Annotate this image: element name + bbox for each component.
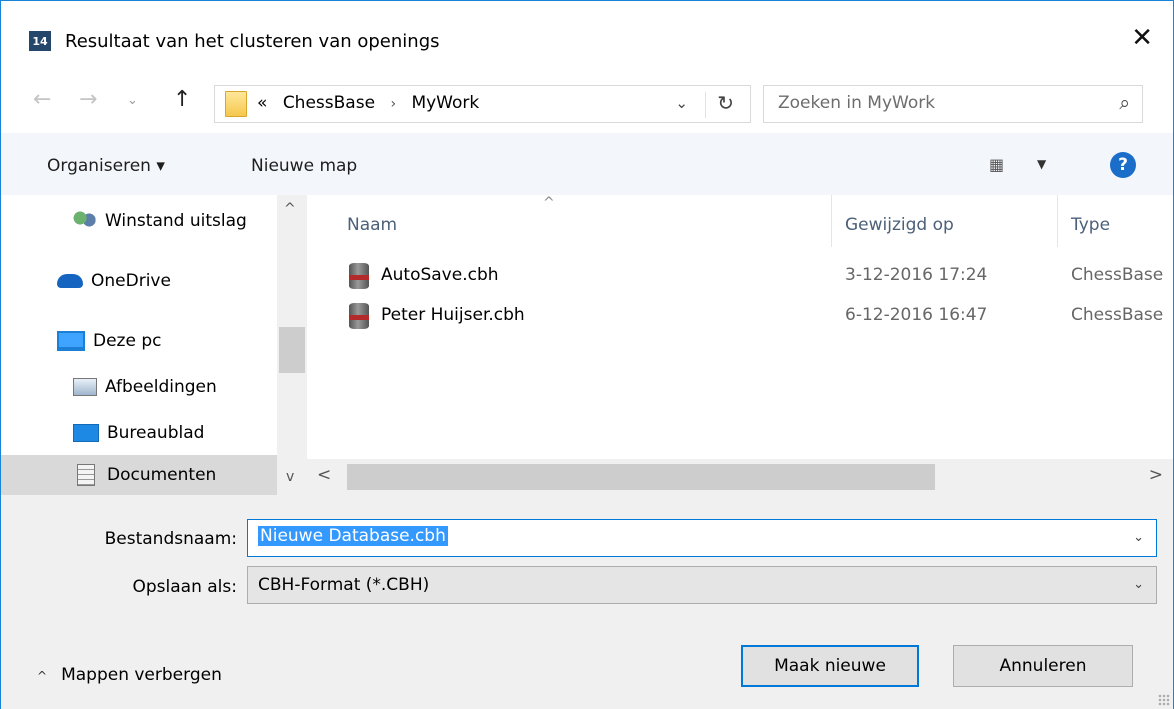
- desktop-icon: [73, 424, 99, 442]
- sidebar-scrollbar[interactable]: ^ v: [277, 195, 307, 495]
- sidebar-item-onedrive[interactable]: OneDrive: [1, 261, 281, 301]
- sidebar-item-documenten[interactable]: Documenten: [1, 455, 281, 495]
- title-bar: 14 Resultaat van het clusteren van openi…: [1, 1, 1173, 81]
- sort-ascending-icon: ^: [543, 195, 555, 211]
- sidebar-item-label: Winstand uitslag: [105, 211, 247, 231]
- column-header-modified[interactable]: Gewijzigd op: [845, 215, 954, 235]
- file-name: Peter Huijser.cbh: [381, 305, 525, 325]
- file-name: AutoSave.cbh: [381, 265, 499, 285]
- sidebar-item-winstand[interactable]: Winstand uitslag: [1, 201, 281, 241]
- sidebar-item-bureaublad[interactable]: Bureaublad: [1, 413, 281, 453]
- filename-value[interactable]: Nieuwe Database.cbh: [258, 526, 448, 546]
- horizontal-scroll-thumb[interactable]: [347, 464, 935, 490]
- save-form: Bestandsnaam: Nieuwe Database.cbh ⌄ Opsl…: [1, 495, 1173, 709]
- savetype-dropdown-icon[interactable]: ⌄: [1133, 577, 1144, 592]
- view-chevron-icon[interactable]: ▼: [1037, 157, 1046, 171]
- forward-arrow-icon[interactable]: →: [79, 87, 97, 112]
- pictures-icon: [73, 378, 97, 396]
- sidebar-item-label: Bureaublad: [107, 423, 205, 443]
- horizontal-scrollbar[interactable]: < >: [307, 459, 1173, 495]
- documents-icon: [77, 464, 95, 486]
- file-type: ChessBase: [1071, 305, 1164, 325]
- savetype-label: Opslaan als:: [132, 577, 238, 597]
- filename-dropdown-icon[interactable]: ⌄: [1133, 530, 1144, 545]
- sidebar-item-label: Deze pc: [93, 331, 162, 351]
- sidebar-item-label: OneDrive: [91, 271, 171, 291]
- cancel-button[interactable]: Annuleren: [953, 645, 1133, 687]
- command-toolbar: Organiseren ▾ Nieuwe map ▦ ▼ ?: [1, 133, 1173, 195]
- file-type: ChessBase: [1071, 265, 1164, 285]
- organize-button[interactable]: Organiseren ▾: [47, 156, 165, 176]
- sidebar-item-label: Afbeeldingen: [105, 377, 217, 397]
- address-dropdown-icon[interactable]: ⌄: [675, 94, 688, 112]
- sidebar-item-label: Documenten: [107, 465, 217, 485]
- savetype-select[interactable]: CBH-Format (*.CBH) ⌄: [247, 566, 1157, 604]
- breadcrumb-separator-icon[interactable]: ›: [390, 96, 396, 112]
- sidebar-item-deze-pc[interactable]: Deze pc: [1, 321, 281, 361]
- file-modified: 3-12-2016 17:24: [845, 265, 988, 285]
- view-options-icon[interactable]: ▦: [989, 155, 1004, 174]
- chevron-up-icon: ^: [37, 669, 48, 683]
- scroll-down-icon[interactable]: v: [286, 469, 294, 485]
- folder-icon: [225, 91, 247, 117]
- close-icon[interactable]: ✕: [1131, 25, 1153, 51]
- address-bar[interactable]: « ChessBase › MyWork ⌄ ↻: [214, 85, 751, 123]
- column-divider[interactable]: [831, 195, 832, 247]
- search-icon[interactable]: ⌕: [1119, 92, 1130, 114]
- breadcrumb: « ChessBase › MyWork: [257, 93, 479, 113]
- column-header-name[interactable]: Naam: [347, 215, 397, 235]
- database-file-icon: [349, 303, 369, 329]
- file-row[interactable]: AutoSave.cbh 3-12-2016 17:24 ChessBase: [307, 258, 1173, 294]
- search-placeholder: Zoeken in MyWork: [778, 93, 936, 113]
- breadcrumb-chessbase[interactable]: ChessBase: [283, 93, 375, 113]
- savetype-value: CBH-Format (*.CBH): [258, 575, 430, 595]
- scroll-left-icon[interactable]: <: [317, 465, 331, 485]
- up-arrow-icon[interactable]: ↑: [173, 87, 191, 112]
- new-folder-button[interactable]: Nieuwe map: [251, 156, 357, 176]
- filename-field[interactable]: Nieuwe Database.cbh ⌄: [247, 519, 1157, 557]
- users-icon: [71, 211, 97, 231]
- hide-folders-button[interactable]: ^ Mappen verbergen: [37, 665, 222, 685]
- address-divider: [705, 92, 706, 118]
- scroll-up-icon[interactable]: ^: [284, 201, 296, 217]
- save-dialog: 14 Resultaat van het clusteren van openi…: [0, 0, 1174, 709]
- history-chevron-icon[interactable]: ⌄: [127, 93, 138, 108]
- breadcrumb-mywork[interactable]: MyWork: [411, 93, 479, 113]
- refresh-icon[interactable]: ↻: [717, 91, 734, 115]
- database-file-icon: [349, 263, 369, 289]
- resize-grip-icon[interactable]: [1158, 694, 1170, 706]
- scroll-right-icon[interactable]: >: [1149, 465, 1163, 485]
- hide-folders-label: Mappen verbergen: [61, 665, 222, 685]
- file-row[interactable]: Peter Huijser.cbh 6-12-2016 16:47 ChessB…: [307, 298, 1173, 334]
- column-header-type[interactable]: Type: [1071, 215, 1110, 235]
- create-button[interactable]: Maak nieuwe: [741, 645, 919, 687]
- navigation-pane: Winstand uitslag OneDrive Deze pc Afbeel…: [1, 195, 307, 495]
- column-divider[interactable]: [1057, 195, 1058, 247]
- help-icon[interactable]: ?: [1110, 152, 1136, 178]
- search-input[interactable]: Zoeken in MyWork ⌕: [763, 85, 1143, 123]
- chessbase-app-icon: 14: [29, 31, 51, 51]
- navigation-bar: ← → ⌄ ↑ « ChessBase › MyWork ⌄ ↻ Zoeken …: [1, 81, 1173, 131]
- back-arrow-icon[interactable]: ←: [33, 87, 51, 112]
- computer-icon: [57, 331, 85, 351]
- breadcrumb-overflow[interactable]: «: [257, 93, 267, 113]
- filename-label: Bestandsnaam:: [104, 529, 237, 549]
- sidebar-item-afbeeldingen[interactable]: Afbeeldingen: [1, 367, 281, 407]
- file-list: ^ Naam Gewijzigd op Type AutoSave.cbh 3-…: [307, 195, 1173, 495]
- file-modified: 6-12-2016 16:47: [845, 305, 988, 325]
- sidebar-scroll-thumb[interactable]: [279, 327, 305, 373]
- window-title: Resultaat van het clusteren van openings: [65, 31, 440, 52]
- cloud-icon: [57, 274, 83, 288]
